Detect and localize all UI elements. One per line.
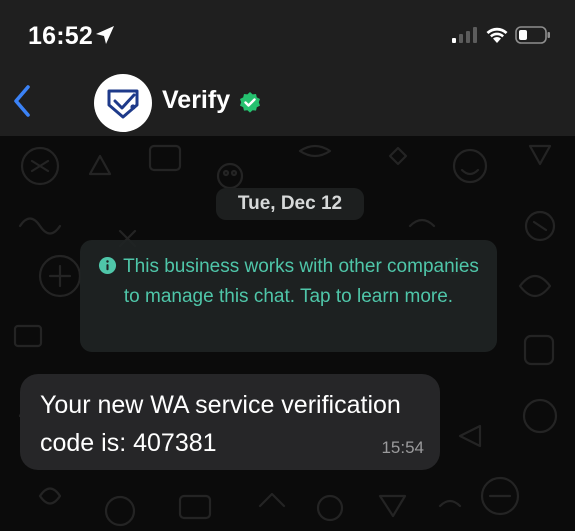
business-info-text: This business works with other companies… xyxy=(123,256,479,307)
status-time: 16:52 xyxy=(28,22,93,50)
signal-bars-icon xyxy=(452,27,477,43)
status-bar: 16:52 xyxy=(0,0,575,68)
verified-badge-icon xyxy=(240,92,260,113)
chat-area[interactable]: Tue, Dec 12 This business works with oth… xyxy=(0,136,575,531)
avatar[interactable] xyxy=(94,74,152,132)
date-separator: Tue, Dec 12 xyxy=(216,188,364,220)
message-text: Your new WA service verification code is… xyxy=(40,391,401,457)
contact-name[interactable]: Verify xyxy=(162,86,230,115)
business-info-notice[interactable]: This business works with other companies… xyxy=(80,240,497,352)
battery-icon xyxy=(515,26,550,44)
location-arrow-icon xyxy=(96,26,114,44)
message-bubble[interactable]: Your new WA service verification code is… xyxy=(20,374,440,470)
chat-header: Verify xyxy=(0,68,575,136)
verify-logo-icon xyxy=(107,89,139,119)
info-circle-icon xyxy=(99,256,117,275)
wifi-icon xyxy=(486,27,508,43)
message-timestamp: 15:54 xyxy=(381,438,424,457)
chevron-left-icon[interactable] xyxy=(10,83,34,119)
